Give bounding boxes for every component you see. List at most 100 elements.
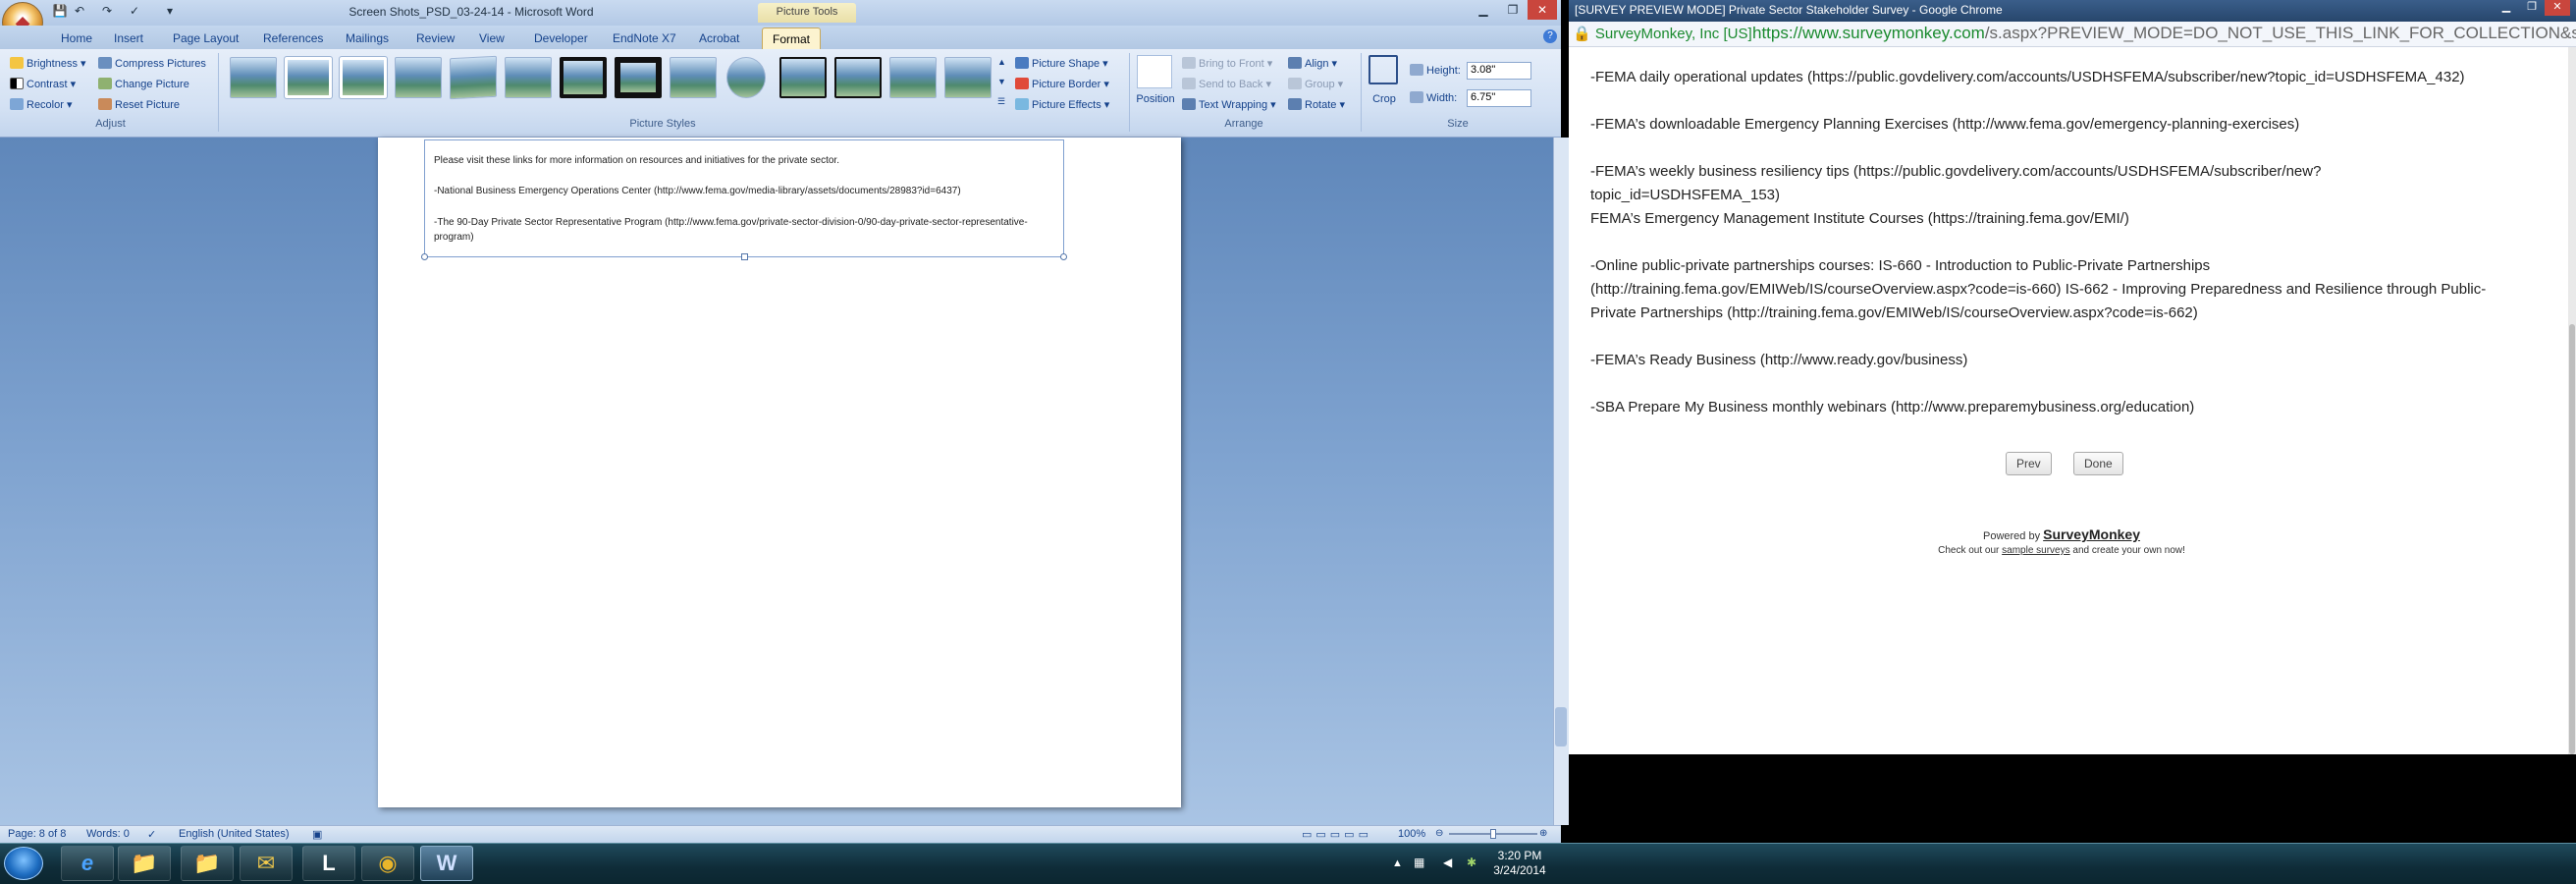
picture-border-button[interactable]: Picture Border ▾ [1015,76,1109,93]
change-picture-button[interactable]: Change Picture [98,76,189,93]
picture-style-thumb[interactable] [560,57,607,98]
picture-style-thumb[interactable] [450,55,497,100]
surveymonkey-logo-link[interactable]: SurveyMonkey [2043,526,2140,542]
view-buttons[interactable]: ▭▭▭▭▭ [1302,828,1372,841]
word-document-title: Screen Shots_PSD_03-24-14 - Microsoft Wo… [349,5,594,19]
word-close-button[interactable]: ✕ [1528,0,1557,20]
word-minimize-button[interactable]: ▁ [1469,0,1498,20]
bring-to-front-button[interactable]: Bring to Front ▾ [1182,55,1272,73]
language-status[interactable]: English (United States) [179,828,290,840]
align-button[interactable]: Align ▾ [1288,55,1337,73]
chrome-icon[interactable]: ◉ [361,846,414,881]
lync-icon[interactable]: L [302,846,355,881]
picture-style-thumb[interactable] [779,57,827,98]
picture-style-thumb[interactable] [889,57,937,98]
tab-endnote[interactable]: EndNote X7 [603,28,686,49]
redo-icon[interactable]: ↷ [98,4,116,20]
proofing-icon[interactable]: ✓ [147,828,156,841]
compress-pictures-button[interactable]: Compress Pictures [98,55,206,73]
tab-home[interactable]: Home [51,28,102,49]
taskbar-clock[interactable]: 3:20 PM 3/24/2014 [1480,849,1559,878]
picture-style-thumb[interactable] [230,57,277,98]
recolor-button[interactable]: Recolor ▾ [10,96,72,114]
crop-icon[interactable] [1368,55,1398,84]
scrollbar-thumb[interactable] [1555,707,1567,746]
tab-review[interactable]: Review [406,28,464,49]
picture-style-thumb[interactable] [505,57,552,98]
picture-effects-button[interactable]: Picture Effects ▾ [1015,96,1109,114]
width-spinner[interactable]: 6.75" [1467,89,1531,107]
tab-references[interactable]: References [253,28,333,49]
crop-button[interactable]: Crop [1363,90,1406,108]
picture-style-thumb[interactable] [615,57,662,98]
tab-page-layout[interactable]: Page Layout [163,28,248,49]
resize-handle[interactable] [421,253,428,260]
send-to-back-button[interactable]: Send to Back ▾ [1182,76,1271,93]
text-wrapping-icon [1182,98,1196,110]
zoom-out-icon[interactable]: ⊖ [1435,828,1443,839]
prev-button[interactable]: Prev [2006,452,2052,475]
macro-record-icon[interactable]: ▣ [312,828,322,841]
picture-style-thumb[interactable] [339,56,388,99]
group-icon [1288,78,1302,89]
zoom-in-icon[interactable]: ⊕ [1539,828,1547,839]
tab-developer[interactable]: Developer [524,28,598,49]
picture-style-thumb[interactable] [670,57,717,98]
qat-customize-icon[interactable]: ▾ [161,4,179,20]
adjust-group-label: Adjust [95,118,126,130]
zoom-slider[interactable]: ⊖ ⊕ [1435,828,1553,840]
chrome-maximize-button[interactable]: ❐ [2519,0,2545,16]
gallery-up-icon[interactable]: ▲ [997,57,1009,71]
tray-expand-icon[interactable]: ▲ [1392,857,1403,869]
resize-handle[interactable] [741,253,748,260]
outlook-icon[interactable]: ✉ [240,846,293,881]
security-icon[interactable]: ✱ [1467,856,1476,869]
tab-acrobat[interactable]: Acrobat [689,28,749,49]
picture-style-thumb[interactable] [284,56,333,99]
position-button[interactable]: Position [1131,90,1180,108]
gallery-more-icon[interactable]: ☰ [997,96,1009,110]
page-count-status[interactable]: Page: 8 of 8 [8,828,66,840]
picture-style-thumb[interactable] [834,57,882,98]
spelling-icon[interactable]: ✓ [126,4,143,20]
save-icon[interactable]: 💾 [51,4,69,20]
picture-style-thumb[interactable] [726,57,766,98]
done-button[interactable]: Done [2073,452,2123,475]
file-explorer-icon[interactable]: 📁 [118,846,171,881]
word-maximize-button[interactable]: ❐ [1498,0,1528,20]
chrome-close-button[interactable]: ✕ [2545,0,2570,16]
position-icon[interactable] [1137,55,1172,88]
undo-icon[interactable]: ↶ [71,4,88,20]
network-icon[interactable]: ▦ [1414,856,1424,869]
file-explorer-icon[interactable]: 📁 [181,846,234,881]
reset-picture-button[interactable]: Reset Picture [98,96,180,114]
text-wrapping-button[interactable]: Text Wrapping ▾ [1182,96,1276,114]
zoom-level[interactable]: 100% [1398,828,1425,840]
picture-style-thumb[interactable] [395,57,442,98]
picture-style-thumb[interactable] [944,57,992,98]
tab-format[interactable]: Format [762,28,822,49]
height-spinner[interactable]: 3.08" [1467,62,1531,80]
help-icon[interactable]: ? [1543,29,1557,43]
tab-view[interactable]: View [469,28,514,49]
url-field[interactable]: https://www.surveymonkey.com/s.aspx?PREV… [1752,24,2576,43]
group-button[interactable]: Group ▾ [1288,76,1343,93]
windows-orb-icon[interactable] [4,847,43,880]
sample-surveys-link[interactable]: sample surveys [2002,545,2069,556]
volume-icon[interactable]: ◀ [1443,856,1452,869]
picture-shape-button[interactable]: Picture Shape ▾ [1015,55,1108,73]
gallery-down-icon[interactable]: ▼ [997,77,1009,90]
contrast-button[interactable]: Contrast ▾ [10,76,76,93]
tab-insert[interactable]: Insert [104,28,153,49]
brightness-button[interactable]: Brightness ▾ [10,55,86,73]
word-count-status[interactable]: Words: 0 [86,828,130,840]
chrome-minimize-button[interactable]: ▁ [2494,0,2519,16]
rotate-button[interactable]: Rotate ▾ [1288,96,1345,114]
internet-explorer-icon[interactable]: e [61,846,114,881]
zoom-thumb[interactable] [1490,829,1496,839]
resize-handle[interactable] [1060,253,1067,260]
tab-mailings[interactable]: Mailings [336,28,399,49]
ev-certificate-badge[interactable]: 🔒 SurveyMonkey, Inc [US] [1573,25,1752,44]
word-icon[interactable]: W [420,846,473,881]
chrome-scrollbar-thumb[interactable] [2569,324,2575,754]
